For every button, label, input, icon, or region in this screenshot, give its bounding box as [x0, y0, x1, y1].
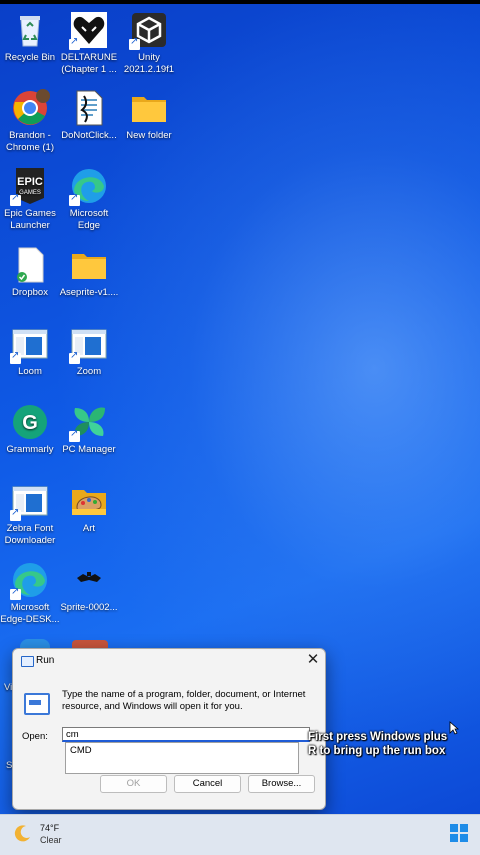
desktop-icon-edge[interactable]: Microsoft Edge — [59, 166, 119, 231]
edge-icon — [69, 166, 109, 206]
cancel-button[interactable]: Cancel — [174, 775, 241, 793]
desktop-icon-label: Sprite-0002... — [60, 602, 118, 613]
taskbar: 74°F Clear — [0, 814, 480, 855]
edge-icon — [10, 560, 50, 600]
pc-manager-icon — [69, 402, 109, 442]
desktop-icon-label: Microsoft Edge — [69, 208, 109, 231]
grammarly-icon: G — [10, 402, 50, 442]
run-description: Type the name of a program, folder, docu… — [62, 689, 306, 712]
tutorial-caption: First press Windows plus R to bring up t… — [308, 731, 448, 757]
desktop-icon-label: Zoom — [76, 366, 102, 377]
shortcut-arrow-icon — [10, 350, 21, 364]
moon-icon[interactable] — [13, 823, 33, 843]
desktop-icon-aseprite[interactable]: Aseprite-v1.... — [59, 245, 119, 299]
shortcut-arrow-icon — [69, 428, 80, 442]
browse-button[interactable]: Browse... — [248, 775, 315, 793]
shortcut-arrow-icon — [10, 507, 21, 521]
svg-text:EPIC: EPIC — [17, 176, 43, 188]
autocomplete-dropdown: CMD — [65, 742, 299, 774]
folder-icon — [129, 88, 169, 128]
run-program-icon — [24, 693, 50, 715]
svg-text:G: G — [22, 412, 38, 434]
desktop-icon-label: Microsoft Edge-DESK... — [0, 602, 60, 625]
epic-games-icon: EPIC GAMES — [10, 166, 50, 206]
desktop-icon-epic-games[interactable]: EPIC GAMES Epic Games Launcher — [0, 166, 60, 231]
desktop-icon-edge-desktop[interactable]: Microsoft Edge-DESK... — [0, 560, 60, 625]
shortcut-arrow-icon — [69, 192, 80, 206]
desktop-icon-label: New folder — [126, 130, 172, 141]
run-dialog: Run ✕ Type the name of a program, folder… — [12, 648, 326, 810]
document-icon — [69, 88, 109, 128]
desktop: Recycle Bin DELTARUNE (Chapter 1 ... Uni… — [0, 4, 480, 814]
desktop-icon-deltarune[interactable]: DELTARUNE (Chapter 1 ... — [59, 10, 119, 75]
open-label: Open: — [22, 731, 48, 742]
deltarune-heart-icon — [69, 10, 109, 50]
desktop-icon-label: DELTARUNE (Chapter 1 ... — [60, 52, 118, 75]
shortcut-arrow-icon — [69, 36, 80, 50]
unity-icon — [129, 10, 169, 50]
desktop-icon-label: Brandon - Chrome (1) — [5, 130, 55, 153]
folder-icon — [69, 245, 109, 285]
desktop-icon-label: Loom — [18, 366, 42, 377]
desktop-icon-new-folder[interactable]: New folder — [119, 88, 179, 142]
app-window-icon — [10, 481, 50, 521]
shortcut-arrow-icon — [129, 36, 140, 50]
desktop-icon-label: Unity 2021.2.19f1 — [123, 52, 175, 75]
shortcut-arrow-icon — [10, 586, 21, 600]
art-folder-icon — [69, 481, 109, 521]
app-window-icon — [10, 324, 50, 364]
file-icon — [10, 245, 50, 285]
desktop-icon-label: Grammarly — [6, 444, 54, 455]
desktop-icon-label: Zebra Font Downloader — [4, 523, 56, 546]
desktop-icon-grammarly[interactable]: G Grammarly — [0, 402, 60, 456]
shortcut-arrow-icon — [69, 350, 80, 364]
weather-temperature[interactable]: 74°F — [40, 823, 59, 833]
autocomplete-item-cmd[interactable]: CMD — [66, 743, 298, 758]
desktop-icon-unity[interactable]: Unity 2021.2.19f1 — [119, 10, 179, 75]
windows-start-icon[interactable] — [450, 824, 468, 842]
desktop-icon-label: DoNotClick... — [61, 130, 117, 141]
desktop-icon-zoom[interactable]: Zoom — [59, 324, 119, 378]
svg-text:GAMES: GAMES — [19, 190, 41, 196]
chrome-icon — [10, 88, 50, 128]
desktop-icon-chrome[interactable]: Brandon - Chrome (1) — [0, 88, 60, 153]
desktop-icon-label: Epic Games Launcher — [4, 208, 56, 231]
shortcut-arrow-icon — [10, 192, 21, 206]
desktop-icon-loom[interactable]: Loom — [0, 324, 60, 378]
desktop-icon-label: Dropbox — [12, 287, 48, 298]
weather-condition[interactable]: Clear — [40, 835, 62, 845]
desktop-icon-donotclick[interactable]: DoNotClick... — [59, 88, 119, 142]
ok-button[interactable]: OK — [100, 775, 167, 793]
desktop-icon-label: PC Manager — [62, 444, 116, 455]
desktop-icon-sprite[interactable]: Sprite-0002... — [59, 560, 119, 614]
desktop-icon-art[interactable]: Art — [59, 481, 119, 535]
desktop-icon-recycle-bin[interactable]: Recycle Bin — [0, 10, 60, 64]
desktop-icon-zebra-font[interactable]: Zebra Font Downloader — [0, 481, 60, 546]
mouse-cursor-icon — [449, 721, 459, 735]
desktop-icon-label: Art — [82, 523, 96, 534]
desktop-icon-dropbox[interactable]: Dropbox — [0, 245, 60, 299]
close-button[interactable]: ✕ — [305, 652, 321, 668]
sprite-icon — [69, 560, 109, 600]
desktop-icon-pc-manager[interactable]: PC Manager — [59, 402, 119, 456]
desktop-icon-label: Aseprite-v1.... — [59, 287, 119, 298]
run-dialog-title: Run — [36, 655, 55, 666]
run-title-icon — [21, 656, 34, 667]
desktop-icon-label: Recycle Bin — [4, 52, 56, 63]
recycle-bin-icon — [10, 10, 50, 50]
app-window-icon — [69, 324, 109, 364]
open-input[interactable] — [62, 727, 310, 742]
